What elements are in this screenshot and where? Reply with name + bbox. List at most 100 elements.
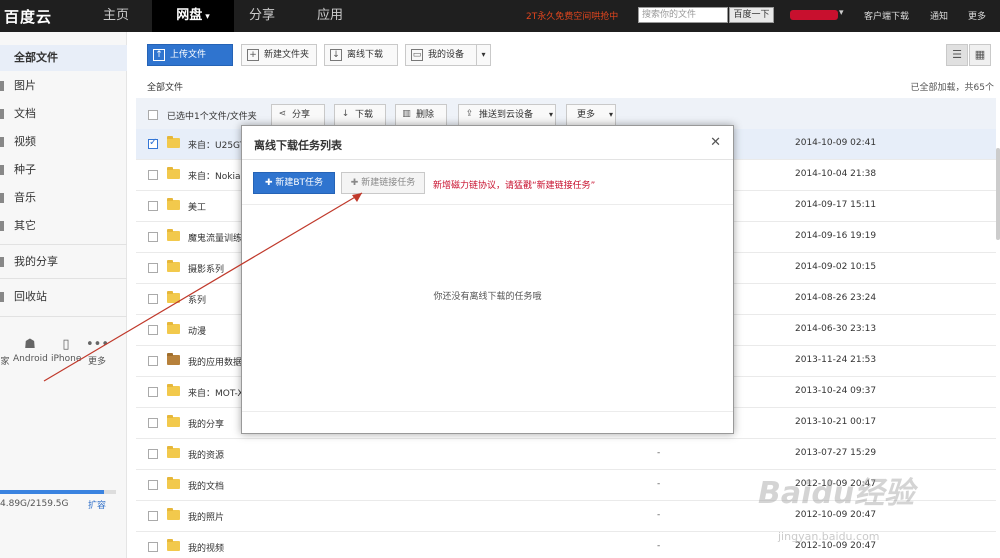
client-download-link[interactable]: 客户端下载 — [864, 9, 909, 22]
file-name[interactable]: 动漫 — [188, 324, 206, 337]
file-name[interactable]: 我的应用数据 — [188, 355, 242, 368]
baidu-cloud-logo[interactable]: 百度云 — [4, 6, 52, 27]
folder-icon — [167, 229, 180, 241]
folder-icon — [167, 384, 180, 396]
sidebar-item-videos[interactable]: 视频 — [0, 129, 127, 155]
device-label: 家 — [0, 357, 10, 367]
close-icon[interactable]: ✕ — [710, 135, 721, 150]
download-icon: ↓ — [341, 109, 350, 119]
search-input[interactable]: 搜索你的文件 — [638, 7, 728, 23]
nav-share[interactable]: 分享 — [236, 0, 288, 32]
file-name[interactable]: 我的分享 — [188, 417, 224, 430]
file-name[interactable]: 来自：Nokia — [188, 169, 240, 182]
row-checkbox[interactable] — [148, 325, 158, 335]
file-size: - — [657, 510, 661, 520]
sidebar-item-my-share[interactable]: 我的分享 — [0, 249, 127, 275]
file-name[interactable]: 系列 — [188, 293, 206, 306]
nav-apps[interactable]: 应用 — [304, 0, 356, 32]
list-view-toggle[interactable]: ☰ — [946, 44, 968, 66]
row-checkbox[interactable] — [148, 449, 158, 459]
sidebar-item-other[interactable]: 其它 — [0, 213, 127, 239]
plus-icon: ✚ — [264, 178, 276, 188]
table-row[interactable]: 我的资源 - 2013-07-27 15:29 — [136, 439, 996, 470]
promo-link[interactable]: 2T永久免费空间哄抢中 — [526, 9, 618, 22]
device-iphone[interactable]: ▯ iPhone — [51, 336, 81, 364]
sidebar-item-label: 我的分享 — [14, 255, 58, 268]
my-device-button[interactable]: ▭ 我的设备 ▾ — [405, 44, 491, 66]
sidebar-item-recycle-bin[interactable]: 回收站 — [0, 284, 127, 310]
row-checkbox[interactable] — [148, 511, 158, 521]
file-name[interactable]: 美工 — [188, 200, 206, 213]
offline-download-label: 离线下载 — [347, 50, 384, 60]
category-icon — [0, 193, 4, 203]
file-name[interactable]: 我的文档 — [188, 479, 224, 492]
more-link[interactable]: 更多 — [968, 9, 986, 22]
download-button[interactable]: ↓ 下载 — [334, 104, 386, 126]
row-checkbox[interactable] — [148, 137, 158, 149]
row-checkbox[interactable] — [148, 356, 158, 366]
row-checkbox[interactable] — [148, 294, 158, 304]
category-icon — [0, 137, 4, 147]
category-icon — [0, 221, 4, 231]
device-android[interactable]: ☗ Android — [13, 336, 48, 364]
row-checkbox[interactable] — [148, 232, 158, 242]
grid-view-toggle[interactable]: ▦ — [969, 44, 991, 66]
file-name[interactable]: 我的照片 — [188, 510, 224, 523]
folder-icon — [167, 136, 180, 148]
sidebar-item-label: 全部文件 — [14, 51, 58, 64]
chevron-down-icon[interactable]: ▾ — [839, 8, 844, 18]
upload-button[interactable]: ↑ 上传文件 — [147, 44, 233, 66]
row-checkbox[interactable] — [148, 542, 158, 552]
file-modified-date: 2014-06-30 23:13 — [795, 324, 877, 334]
row-checkbox[interactable] — [148, 480, 158, 490]
row-checkbox[interactable] — [148, 201, 158, 211]
file-name[interactable]: 我的视频 — [188, 541, 224, 554]
folder-icon — [167, 291, 180, 303]
offline-download-button[interactable]: ↓ 离线下载 — [324, 44, 398, 66]
nav-netdisk[interactable]: 网盘 ▾ — [152, 0, 234, 32]
row-checkbox[interactable] — [148, 263, 158, 273]
new-bt-task-label: 新建BT任务 — [275, 178, 324, 188]
row-checkbox[interactable] — [148, 418, 158, 428]
device-home[interactable]: 家 — [0, 336, 10, 367]
folder-icon — [167, 477, 180, 489]
sidebar-item-documents[interactable]: 文档 — [0, 101, 127, 127]
username-redacted[interactable] — [790, 10, 838, 20]
delete-button[interactable]: ▥ 删除 — [395, 104, 447, 126]
file-name[interactable]: 魔鬼流量训练 — [188, 231, 242, 244]
share-button[interactable]: ⋖ 分享 — [271, 104, 325, 126]
sidebar-item-music[interactable]: 音乐 — [0, 185, 127, 211]
search-button[interactable]: 百度一下 — [729, 7, 774, 23]
new-folder-button[interactable]: + 新建文件夹 — [241, 44, 317, 66]
file-name[interactable]: 我的资源 — [188, 448, 224, 461]
push-to-device-button[interactable]: ⇪ 推送到云设备 ▾ — [458, 104, 556, 126]
nav-home[interactable]: 主页 — [90, 0, 142, 32]
trash-icon — [0, 292, 4, 302]
file-name[interactable]: 摄影系列 — [188, 262, 224, 275]
scrollbar[interactable] — [996, 148, 1000, 240]
list-view-icon: ☰ — [952, 48, 962, 61]
sidebar-item-images[interactable]: 图片 — [0, 73, 127, 99]
push-label: 推送到云设备 — [479, 110, 534, 120]
device-more[interactable]: ••• 更多 — [86, 336, 109, 367]
select-all-checkbox[interactable] — [148, 110, 158, 120]
chevron-down-icon[interactable]: ▾ — [476, 45, 490, 65]
file-name[interactable]: 来自：MOT-X — [188, 386, 244, 399]
file-modified-date: 2014-09-16 19:19 — [795, 231, 877, 241]
notification-link[interactable]: 通知 — [930, 9, 948, 22]
row-checkbox[interactable] — [148, 170, 158, 180]
file-modified-date: 2014-08-26 23:24 — [795, 293, 877, 303]
sidebar-item-torrents[interactable]: 种子 — [0, 157, 127, 183]
category-icon — [0, 109, 4, 119]
magnet-hint-text: 新增磁力链协议，请猛戳“新建链接任务” — [433, 181, 596, 191]
more-actions-button[interactable]: 更多 ▾ — [566, 104, 616, 126]
new-bt-task-button[interactable]: ✚ 新建BT任务 — [253, 172, 335, 194]
file-size: - — [657, 448, 661, 458]
expand-quota-link[interactable]: 扩容 — [88, 498, 106, 511]
sidebar-item-label: 图片 — [14, 79, 36, 92]
row-checkbox[interactable] — [148, 387, 158, 397]
breadcrumb[interactable]: 全部文件 — [147, 80, 183, 93]
sidebar-item-all-files[interactable]: 全部文件 — [0, 45, 127, 71]
new-link-task-button[interactable]: ✚ 新建链接任务 — [341, 172, 425, 194]
file-name[interactable]: 来自：U25GT — [188, 138, 245, 151]
